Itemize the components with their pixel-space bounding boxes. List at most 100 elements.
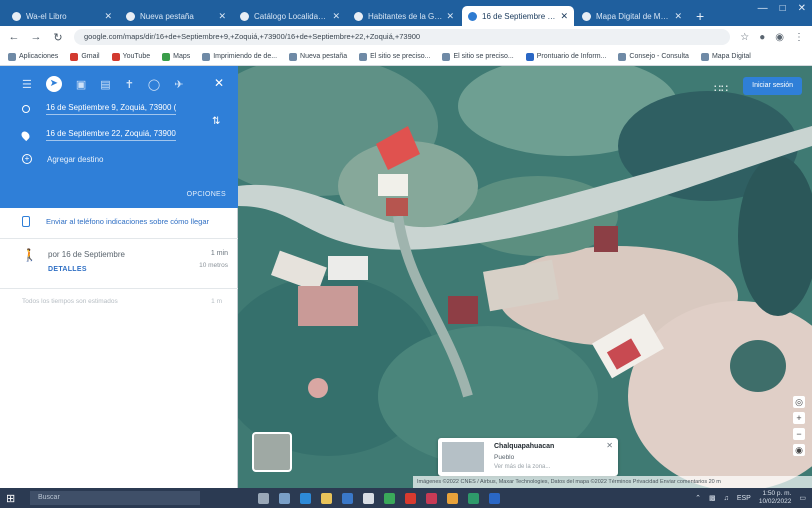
place-name: Chalquapahuacan bbox=[494, 443, 555, 450]
add-destination-row[interactable]: + Agregar destino bbox=[22, 154, 103, 164]
bookmark-item[interactable]: Imprimiendo de de... bbox=[202, 52, 277, 61]
close-card-icon[interactable]: ✕ bbox=[606, 441, 613, 450]
favicon-icon bbox=[354, 11, 363, 21]
profile-icon[interactable]: ◉ bbox=[775, 32, 784, 43]
compass-icon[interactable]: ◎ bbox=[793, 396, 805, 408]
bookmark-item[interactable]: Maps bbox=[162, 52, 191, 61]
mail-icon[interactable] bbox=[342, 492, 353, 504]
bookmark-item[interactable]: YouTube bbox=[111, 52, 151, 61]
tray-chevron-icon[interactable]: ⌃ bbox=[695, 494, 701, 502]
browser-tab[interactable]: Mapa Digital de México ✕ bbox=[576, 6, 688, 26]
close-window-icon[interactable]: ✕ bbox=[798, 3, 806, 14]
whatsapp-icon[interactable] bbox=[384, 492, 395, 504]
send-to-phone-row[interactable]: Enviar al teléfono indicaciones sobre có… bbox=[22, 216, 209, 227]
satellite-map[interactable]: ∷∷ Iniciar sesión Chalquapahuacan Pueblo… bbox=[238, 66, 812, 488]
close-tab-icon[interactable]: ✕ bbox=[218, 11, 226, 22]
excel-icon[interactable] bbox=[468, 492, 479, 504]
volume-icon[interactable]: ♫ bbox=[724, 495, 729, 502]
close-tab-icon[interactable]: ✕ bbox=[674, 11, 682, 22]
bookmark-icon bbox=[618, 52, 627, 61]
bookmark-label: YouTube bbox=[122, 53, 151, 60]
network-icon[interactable]: ▩ bbox=[709, 494, 716, 502]
close-tab-icon[interactable]: ✕ bbox=[446, 11, 454, 22]
bookmark-label: Prontuario de Inform... bbox=[536, 53, 607, 60]
place-card[interactable]: Chalquapahuacan Pueblo Ver más de la zon… bbox=[438, 438, 618, 476]
bookmark-icon bbox=[700, 52, 709, 61]
bookmark-icon bbox=[70, 52, 79, 61]
edge-icon[interactable] bbox=[300, 492, 311, 504]
reload-icon[interactable]: ↻ bbox=[52, 31, 64, 44]
transit-icon[interactable]: ▤ bbox=[100, 78, 110, 91]
new-tab-button[interactable]: + bbox=[696, 6, 704, 26]
close-directions-icon[interactable]: ✕ bbox=[214, 76, 224, 90]
widgets-icon[interactable] bbox=[279, 492, 290, 504]
details-link[interactable]: DETALLES bbox=[48, 266, 87, 273]
flight-icon[interactable]: ✈ bbox=[174, 78, 183, 91]
bookmark-item[interactable]: El sitio se preciso... bbox=[359, 52, 430, 61]
bookmark-icon bbox=[202, 52, 211, 61]
browser-tab[interactable]: Catálogo Localidades ✕ bbox=[234, 6, 346, 26]
app-icon[interactable] bbox=[426, 492, 437, 504]
car-icon[interactable]: ▣ bbox=[76, 78, 86, 91]
swap-icon[interactable]: ⇅ bbox=[212, 116, 220, 127]
back-arrow-icon[interactable]: ← bbox=[8, 31, 20, 43]
tab-list: Wa-el Libro ✕ Nueva pestaña ✕ Catálogo Local… bbox=[6, 6, 690, 26]
app-icon[interactable] bbox=[447, 492, 458, 504]
system-tray: ⌃ ▩ ♫ ESP 1:50 p. m. 10/02/2022 ▭ bbox=[695, 490, 806, 506]
map-controls: ◎ + − ◉ bbox=[792, 396, 806, 456]
minimize-icon[interactable]: — bbox=[758, 3, 768, 14]
bookmark-item[interactable]: Consejo - Consulta bbox=[618, 52, 689, 61]
bookmark-item[interactable]: Prontuario de Inform... bbox=[525, 52, 607, 61]
file-explorer-icon[interactable] bbox=[321, 492, 332, 504]
best-route-icon[interactable]: ➤ bbox=[45, 76, 62, 92]
layers-toggle[interactable] bbox=[252, 432, 292, 472]
route-via: por 16 de Septiembre bbox=[48, 250, 125, 259]
add-icon: + bbox=[22, 154, 32, 164]
taskbar-search[interactable]: Buscar bbox=[30, 491, 200, 505]
close-tab-icon[interactable]: ✕ bbox=[104, 11, 112, 22]
estimate-note-right: 1 m bbox=[211, 298, 222, 305]
origin-input[interactable]: 16 de Septiembre 9, Zoquiá, 73900 (... bbox=[46, 103, 176, 115]
extensions-icon[interactable]: ● bbox=[759, 32, 765, 43]
word-icon[interactable] bbox=[489, 492, 500, 504]
address-bar[interactable]: google.com/maps/dir/16+de+Septiembre+9,+… bbox=[74, 29, 731, 45]
chrome-icon[interactable] bbox=[363, 492, 374, 504]
sign-in-button[interactable]: Iniciar sesión bbox=[743, 77, 802, 95]
zoom-in-button[interactable]: + bbox=[793, 412, 805, 424]
close-tab-icon[interactable]: ✕ bbox=[560, 11, 568, 22]
clock[interactable]: 1:50 p. m. 10/02/2022 bbox=[759, 490, 792, 506]
destination-input[interactable]: 16 de Septiembre 22, Zoquiá, 73900 (... bbox=[46, 129, 176, 141]
menu-icon[interactable]: ☰ bbox=[22, 78, 32, 91]
pegman-icon[interactable]: ◉ bbox=[793, 444, 805, 456]
browser-tab[interactable]: Habitantes de la Gobernación ✕ bbox=[348, 6, 460, 26]
bookmark-item[interactable]: Nueva pestaña bbox=[289, 52, 347, 61]
forward-arrow-icon[interactable]: → bbox=[30, 31, 42, 43]
apps-grid-icon[interactable]: ∷∷ bbox=[714, 82, 728, 95]
browser-tab[interactable]: Wa-el Libro ✕ bbox=[6, 6, 118, 26]
walk-mode-icon[interactable]: ✝ bbox=[125, 78, 134, 91]
options-button[interactable]: OPCIONES bbox=[187, 191, 226, 198]
place-type: Pueblo bbox=[494, 454, 515, 461]
bookmark-item[interactable]: Aplicaciones bbox=[8, 52, 58, 61]
task-view-icon[interactable] bbox=[258, 492, 269, 504]
bookmark-item[interactable]: Mapa Digital bbox=[700, 52, 751, 61]
favicon-icon bbox=[582, 11, 591, 21]
bike-icon[interactable]: ◯ bbox=[148, 78, 160, 91]
bookmark-item[interactable]: Gmail bbox=[70, 52, 100, 61]
destination-pin-icon bbox=[19, 129, 32, 141]
menu-dots-icon[interactable]: ⋮ bbox=[794, 32, 804, 43]
satellite-imagery bbox=[238, 66, 812, 488]
browser-tab[interactable]: 16 de Septiembre 9, Zoquiá ✕ bbox=[462, 6, 574, 26]
clock-time: 1:50 p. m. bbox=[762, 490, 792, 497]
zoom-out-button[interactable]: − bbox=[793, 428, 805, 440]
bookmark-item[interactable]: El sitio se preciso... bbox=[442, 52, 514, 61]
windows-start-icon[interactable]: ⊞ bbox=[6, 492, 24, 505]
star-icon[interactable]: ☆ bbox=[740, 32, 749, 43]
acrobat-icon[interactable] bbox=[405, 492, 416, 504]
bookmark-label: Maps bbox=[173, 53, 191, 60]
browser-tab[interactable]: Nueva pestaña ✕ bbox=[120, 6, 232, 26]
language-indicator[interactable]: ESP bbox=[737, 495, 751, 502]
close-tab-icon[interactable]: ✕ bbox=[332, 11, 340, 22]
notifications-icon[interactable]: ▭ bbox=[799, 494, 806, 502]
maximize-icon[interactable]: □ bbox=[780, 3, 786, 14]
